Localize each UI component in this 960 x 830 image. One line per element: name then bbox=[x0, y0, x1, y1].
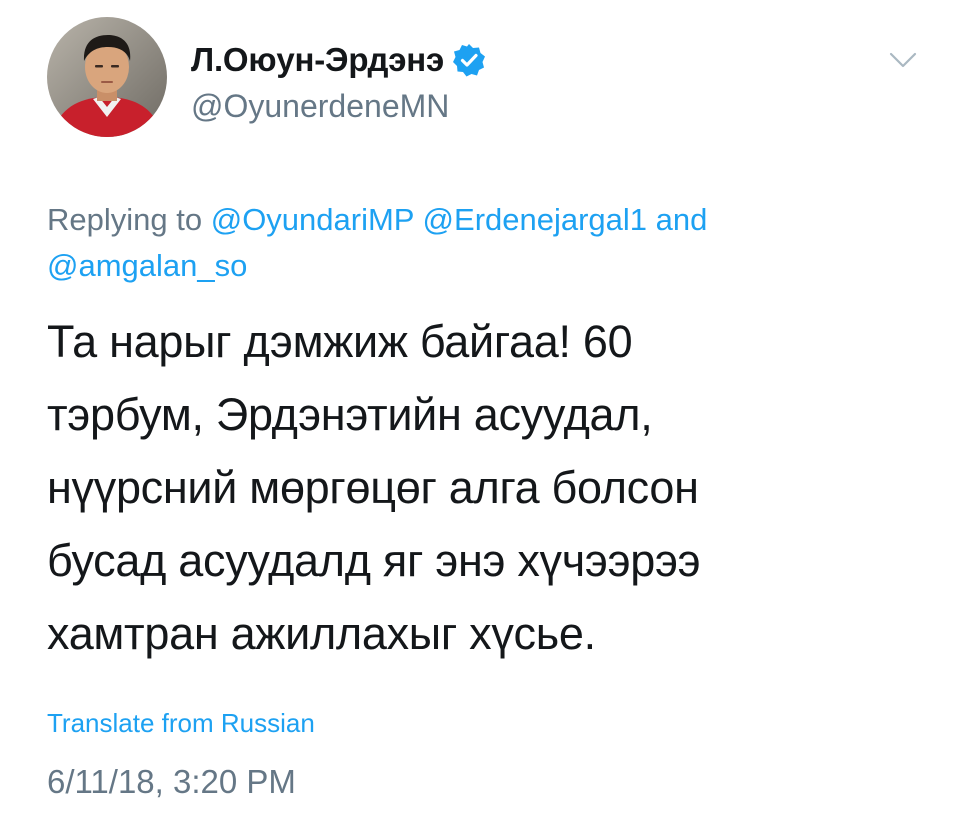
chevron-down-icon[interactable] bbox=[888, 50, 918, 70]
tweet-card: Л.Оюун-Эрдэнэ @OyunerdeneMN Replying to … bbox=[0, 0, 960, 830]
tweet-timestamp[interactable]: 6/11/18, 3:20 PM bbox=[47, 763, 296, 801]
verified-badge-icon bbox=[452, 43, 486, 77]
mention-conjunction: and bbox=[655, 202, 708, 237]
tweet-text-line: тэрбум, Эрдэнэтийн асуудал, bbox=[47, 389, 653, 440]
author-avatar[interactable] bbox=[47, 17, 167, 137]
tweet-text-line: Та нарыг дэмжиж байгаа! 60 bbox=[47, 316, 633, 367]
replying-to-label: Replying to bbox=[47, 202, 203, 237]
mention-link[interactable]: @amgalan_so bbox=[47, 248, 247, 283]
author-name-row: Л.Оюун-Эрдэнэ bbox=[191, 38, 486, 82]
tweet-text-line: хамтран ажиллахыг хүсье. bbox=[47, 608, 596, 659]
translate-link[interactable]: Translate from Russian bbox=[47, 708, 315, 739]
author-handle[interactable]: @OyunerdeneMN bbox=[191, 88, 449, 125]
mention-link[interactable]: @Erdenejargal1 bbox=[423, 202, 648, 237]
mention-link[interactable]: @OyundariMP bbox=[211, 202, 414, 237]
author-display-name[interactable]: Л.Оюун-Эрдэнэ bbox=[191, 41, 444, 79]
tweet-text-line: нүүрсний мөргөцөг алга болсон bbox=[47, 462, 699, 513]
tweet-text: Та нарыг дэмжиж байгаа! 60 тэрбум, Эрдэн… bbox=[47, 305, 907, 670]
tweet-text-line: бусад асуудалд яг энэ хүчээрээ bbox=[47, 535, 701, 586]
replying-to-line: Replying to @OyundariMP @Erdenejargal1 a… bbox=[47, 197, 907, 289]
profile-photo-icon bbox=[47, 17, 167, 137]
